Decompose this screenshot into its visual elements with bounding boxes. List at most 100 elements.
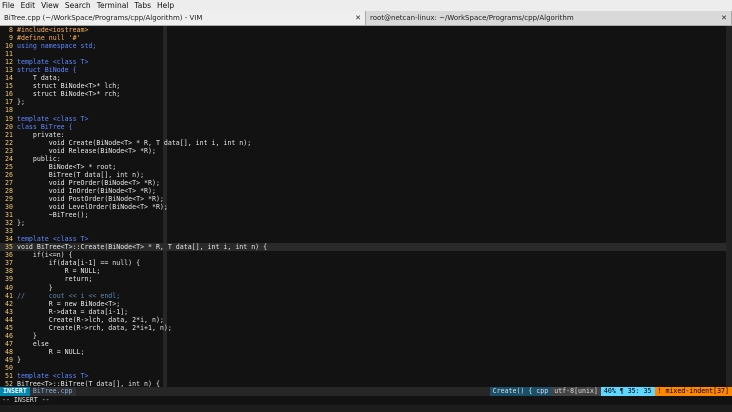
line-number: 48 — [5, 347, 13, 356]
code-text: T data; — [17, 74, 61, 83]
code-text: #define null '#' — [17, 34, 81, 43]
encoding: utf-8[unix] — [551, 387, 601, 396]
line-number: 49 — [5, 355, 13, 364]
code-line[interactable]: 21 private: — [0, 131, 732, 139]
menu-tabs[interactable]: Tabs — [134, 0, 151, 11]
line-number: 41 — [5, 291, 13, 300]
code-line[interactable]: 27 void PreOrder(BiNode<T> *R); — [0, 179, 732, 187]
line-number: 20 — [5, 122, 13, 131]
status-bar: INSERT BiTree.cpp Create() { cpp utf-8[u… — [0, 387, 732, 396]
code-line[interactable]: 15 struct BiNode<T>* lch; — [0, 82, 732, 90]
code-line[interactable]: 35 void BiTree<T>::Create(BiNode<T> * R, … — [0, 243, 732, 252]
code-line[interactable]: 10 using namespace std; — [0, 42, 732, 50]
code-line[interactable]: 51 template <class T> — [0, 372, 732, 380]
code-line[interactable]: 40 } — [0, 284, 732, 292]
code-line[interactable]: 30 void LevelOrder(BiNode<T> *R); — [0, 203, 732, 211]
close-icon[interactable]: ✕ — [355, 11, 361, 25]
code-text: template <class T> — [17, 235, 89, 244]
code-line[interactable]: 24 public: — [0, 155, 732, 163]
code-line[interactable]: 22 void Create(BiNode<T> * R, T data[], … — [0, 139, 732, 147]
menu-help[interactable]: Help — [157, 0, 174, 11]
code-text: struct BiNode<T>* lch; — [17, 82, 121, 91]
code-line[interactable]: 29 void PostOrder(BiNode<T> *R); — [0, 195, 732, 203]
code-line[interactable]: 16 struct BiNode<T>* rch; — [0, 90, 732, 98]
code-line[interactable]: 20 class BiTree { — [0, 123, 732, 131]
code-line[interactable]: 23 void Release(BiNode<T> *R); — [0, 147, 732, 155]
code-line[interactable]: 13 struct BiNode { — [0, 66, 732, 74]
code-text: if(i<=n) { — [17, 251, 73, 260]
code-text: } — [17, 331, 37, 340]
code-line[interactable]: 14 T data; — [0, 74, 732, 82]
code-text: template <class T> — [17, 372, 89, 381]
current-function: Create() { cpp — [489, 387, 552, 396]
line-number: 9 — [9, 34, 13, 43]
code-line[interactable]: 17}; — [0, 98, 732, 106]
menu-terminal[interactable]: Terminal — [97, 0, 129, 11]
tab-vim[interactable]: BiTree.cpp (~/WorkSpace/Programs/cpp/Alg… — [0, 11, 366, 25]
code-text: Create(R->rch, data, 2*i+1, n); — [17, 323, 172, 332]
line-number: 19 — [5, 114, 13, 123]
code-line[interactable]: 32}; — [0, 219, 732, 227]
code-line[interactable]: 42 R = new BiNode<T>; — [0, 300, 732, 308]
code-line[interactable]: 25 BiNode<T> * root; — [0, 163, 732, 171]
code-line[interactable]: 26 BiTree(T data[], int n); — [0, 171, 732, 179]
tab-title: BiTree.cpp (~/WorkSpace/Programs/cpp/Alg… — [4, 14, 203, 22]
command-line[interactable]: -- INSERT -- — [0, 396, 732, 405]
code-line[interactable]: 47 else — [0, 340, 732, 348]
scrollbar[interactable] — [726, 26, 732, 387]
code-text: BiTree<T>::BiTree(T data[], int n) { — [17, 380, 160, 387]
code-text: BiNode<T> * root; — [17, 162, 117, 171]
mixed-indent-warning: ! mixed-indent[37] — [654, 387, 732, 396]
line-number: 36 — [5, 251, 13, 260]
code-line[interactable]: 45 Create(R->rch, data, 2*i+1, n); — [0, 324, 732, 332]
line-number: 39 — [5, 275, 13, 284]
line-number: 25 — [5, 162, 13, 171]
code-line[interactable]: 19 template <class T> — [0, 115, 732, 123]
line-number: 18 — [5, 106, 13, 115]
line-number: 26 — [5, 170, 13, 179]
code-line[interactable]: 43 R->data = data[i-1]; — [0, 308, 732, 316]
code-text: #include<iostream> — [17, 26, 89, 34]
code-line[interactable]: 18 — [0, 106, 732, 114]
close-icon[interactable]: ✕ — [721, 11, 727, 25]
menu-search[interactable]: Search — [65, 0, 91, 11]
code-text: R = NULL; — [17, 267, 101, 276]
code-line[interactable]: 28 void InOrder(BiNode<T> *R); — [0, 187, 732, 195]
code-line[interactable]: 33 — [0, 227, 732, 235]
menu-file[interactable]: File — [2, 0, 15, 11]
code-line[interactable]: 49} — [0, 356, 732, 364]
line-number: 52 — [5, 380, 13, 387]
code-line[interactable]: 11 — [0, 50, 732, 58]
code-line[interactable]: 38 R = NULL; — [0, 267, 732, 275]
line-number: 38 — [5, 267, 13, 276]
code-line[interactable]: 48 R = NULL; — [0, 348, 732, 356]
code-line[interactable]: 12 template <class T> — [0, 58, 732, 66]
line-number: 34 — [5, 235, 13, 244]
line-number: 33 — [5, 227, 13, 236]
code-line[interactable]: 34 template <class T> — [0, 235, 732, 243]
code-text: void BiTree<T>::Create(BiNode<T> * R, T … — [17, 243, 268, 252]
code-line[interactable]: 8 #include<iostream> — [0, 26, 732, 34]
code-line[interactable]: 41 // cout << i << endl; — [0, 292, 732, 300]
code-editor[interactable]: 8 #include<iostream> 9 #define null '#' 10 us… — [0, 26, 732, 387]
code-text: private: — [17, 130, 65, 139]
tab-terminal[interactable]: root@netcan-linux: ~/WorkSpace/Programs/… — [366, 11, 732, 25]
code-text: void Release(BiNode<T> *R); — [17, 146, 156, 155]
code-line[interactable]: 31 ~BiTree(); — [0, 211, 732, 219]
menu-edit[interactable]: Edit — [21, 0, 36, 11]
line-number: 14 — [5, 74, 13, 83]
code-line[interactable]: 36 if(i<=n) { — [0, 251, 732, 259]
code-line[interactable]: 52 BiTree<T>::BiTree(T data[], int n) { — [0, 380, 732, 387]
code-line[interactable]: 50 — [0, 364, 732, 372]
line-number: 51 — [5, 372, 13, 381]
line-number: 42 — [5, 299, 13, 308]
code-line[interactable]: 37 if(data[i-1] == null) { — [0, 259, 732, 267]
code-line[interactable]: 39 return; — [0, 275, 732, 283]
menu-view[interactable]: View — [41, 0, 59, 11]
code-line[interactable]: 44 Create(R->lch, data, 2*i, n); — [0, 316, 732, 324]
line-number: 15 — [5, 82, 13, 91]
code-line[interactable]: 9 #define null '#' — [0, 34, 732, 42]
code-line[interactable]: 46 } — [0, 332, 732, 340]
code-text: Create(R->lch, data, 2*i, n); — [17, 315, 164, 324]
line-number: 22 — [5, 138, 13, 147]
